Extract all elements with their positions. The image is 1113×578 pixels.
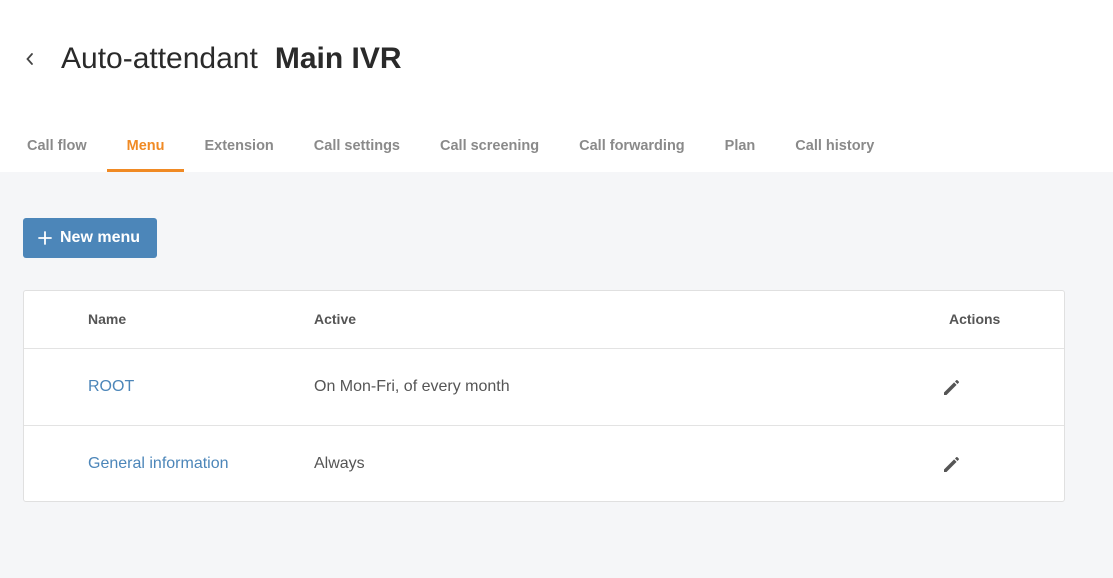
pencil-edit-icon	[944, 380, 959, 395]
tab-call-settings[interactable]: Call settings	[294, 126, 420, 172]
tab-call-screening[interactable]: Call screening	[420, 126, 559, 172]
main-content: New menu Name Active Actions ROOT On Mon…	[0, 172, 1113, 578]
page-title-prefix: Auto-attendant	[61, 42, 258, 75]
menu-name-link[interactable]: General information	[88, 426, 229, 502]
menu-table: Name Active Actions ROOT On Mon-Fri, of …	[23, 290, 1065, 502]
tab-call-forwarding[interactable]: Call forwarding	[559, 126, 705, 172]
pencil-edit-icon	[944, 457, 959, 472]
edit-button[interactable]	[942, 454, 962, 474]
menu-active-schedule: On Mon-Fri, of every month	[314, 378, 510, 395]
chevron-left-icon	[26, 53, 33, 65]
plus-icon	[38, 231, 52, 245]
tab-plan[interactable]: Plan	[705, 126, 776, 172]
column-header-name: Name	[88, 311, 127, 327]
column-header-actions: Actions	[949, 311, 1001, 327]
menu-name-link[interactable]: ROOT	[88, 349, 134, 425]
table-header: Name Active Actions	[24, 291, 1064, 349]
tab-call-flow[interactable]: Call flow	[7, 126, 107, 172]
menu-active-schedule: Always	[314, 455, 365, 472]
edit-button[interactable]	[942, 377, 962, 397]
new-menu-label: New menu	[60, 229, 141, 246]
column-header-active: Active	[314, 311, 357, 327]
tab-bar: Call flow Menu Extension Call settings C…	[7, 126, 894, 172]
tab-call-history[interactable]: Call history	[775, 126, 894, 172]
table-row: ROOT On Mon-Fri, of every month	[24, 349, 1064, 426]
page-title: Auto-attendant Main IVR	[61, 40, 402, 78]
page-header: Auto-attendant Main IVR Call flow Menu Ex…	[0, 0, 1113, 173]
page-title-name: Main IVR	[274, 42, 402, 75]
table-row: General information Always	[24, 426, 1064, 502]
back-button[interactable]	[20, 48, 40, 70]
new-menu-button[interactable]: New menu	[23, 218, 157, 258]
tab-menu[interactable]: Menu	[106, 126, 185, 172]
tab-extension[interactable]: Extension	[184, 126, 293, 172]
